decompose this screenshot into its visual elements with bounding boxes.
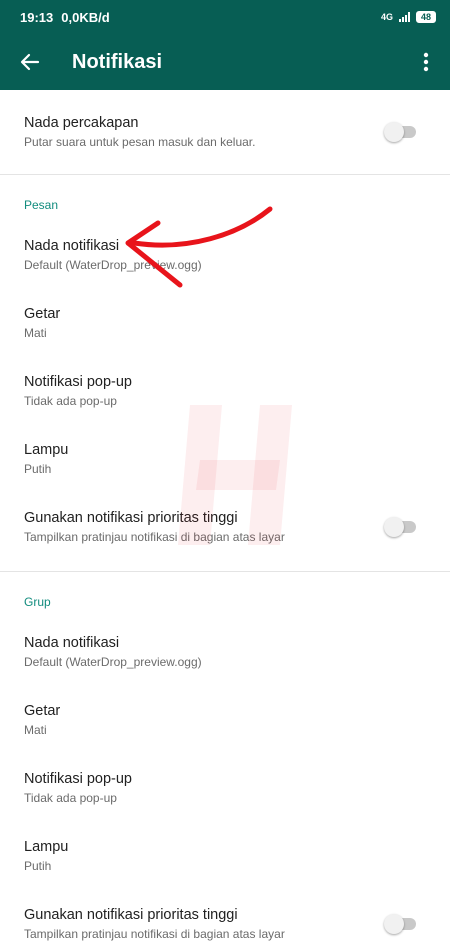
settings-list: Nada percakapan Putar suara untuk pesan … xyxy=(0,90,450,950)
row-subtitle: Putih xyxy=(24,859,52,873)
section-header-pesan: Pesan xyxy=(24,198,59,212)
conversation-tone-toggle[interactable] xyxy=(384,122,418,142)
row-title: Lampu xyxy=(24,442,69,458)
network-label: 4G xyxy=(380,12,393,22)
section-divider xyxy=(0,571,450,572)
grup-light-row[interactable]: Lampu Putih xyxy=(0,822,450,890)
conversation-tone-row[interactable]: Nada percakapan Putar suara untuk pesan … xyxy=(0,90,450,174)
pesan-light-row[interactable]: Lampu Putih xyxy=(0,425,450,493)
row-subtitle: Tampilkan pratinjau notifikasi di bagian… xyxy=(24,530,285,544)
row-subtitle: Tidak ada pop-up xyxy=(24,791,117,805)
row-title: Notifikasi pop-up xyxy=(24,374,132,390)
row-title: Nada notifikasi xyxy=(24,635,120,651)
pesan-high-priority-row[interactable]: Gunakan notifikasi prioritas tinggi Tamp… xyxy=(0,493,450,561)
pesan-high-priority-toggle[interactable] xyxy=(384,517,418,537)
status-speed: 0,0KB/d xyxy=(61,9,110,25)
toggle-knob xyxy=(384,517,404,537)
battery-icon: 48 xyxy=(415,11,436,23)
row-subtitle: Tidak ada pop-up xyxy=(24,394,117,408)
grup-popup-row[interactable]: Notifikasi pop-up Tidak ada pop-up xyxy=(0,754,450,822)
row-title: Getar xyxy=(24,306,61,322)
row-title: Notifikasi pop-up xyxy=(24,771,132,787)
status-time: 19:13 xyxy=(20,9,54,25)
conversation-tone-title: Nada percakapan xyxy=(24,115,139,131)
row-title: Nada notifikasi xyxy=(24,238,120,254)
row-subtitle: Mati xyxy=(24,326,47,340)
pesan-notification-tone-row[interactable]: Nada notifikasi Default (WaterDrop_previ… xyxy=(0,221,450,289)
signal-icon xyxy=(398,12,410,22)
grup-vibrate-row[interactable]: Getar Mati xyxy=(0,686,450,754)
row-subtitle: Default (WaterDrop_preview.ogg) xyxy=(24,655,202,669)
more-options-icon[interactable] xyxy=(414,48,438,76)
status-bar: 19:13 0,0KB/d 4G 48 xyxy=(0,0,450,34)
grup-high-priority-toggle[interactable] xyxy=(384,914,418,934)
row-title: Gunakan notifikasi prioritas tinggi xyxy=(24,907,238,923)
row-subtitle: Tampilkan pratinjau notifikasi di bagian… xyxy=(24,927,285,941)
row-title: Gunakan notifikasi prioritas tinggi xyxy=(24,510,238,526)
section-divider xyxy=(0,174,450,175)
back-arrow-icon[interactable] xyxy=(16,48,44,76)
page-title: Notifikasi xyxy=(72,50,163,73)
row-title: Getar xyxy=(24,703,61,719)
grup-notification-tone-row[interactable]: Nada notifikasi Default (WaterDrop_previ… xyxy=(0,618,450,686)
pesan-vibrate-row[interactable]: Getar Mati xyxy=(0,289,450,357)
conversation-tone-subtitle: Putar suara untuk pesan masuk dan keluar… xyxy=(24,135,256,149)
app-toolbar: Notifikasi xyxy=(0,34,450,90)
grup-high-priority-row[interactable]: Gunakan notifikasi prioritas tinggi Tamp… xyxy=(0,890,450,950)
toggle-knob xyxy=(384,122,404,142)
row-subtitle: Mati xyxy=(24,723,47,737)
row-subtitle: Putih xyxy=(24,462,52,476)
pesan-popup-row[interactable]: Notifikasi pop-up Tidak ada pop-up xyxy=(0,357,450,425)
battery-level: 48 xyxy=(420,11,431,22)
row-subtitle: Default (WaterDrop_preview.ogg) xyxy=(24,258,202,272)
toggle-knob xyxy=(384,914,404,934)
row-title: Lampu xyxy=(24,839,69,855)
section-header-grup: Grup xyxy=(24,595,51,609)
